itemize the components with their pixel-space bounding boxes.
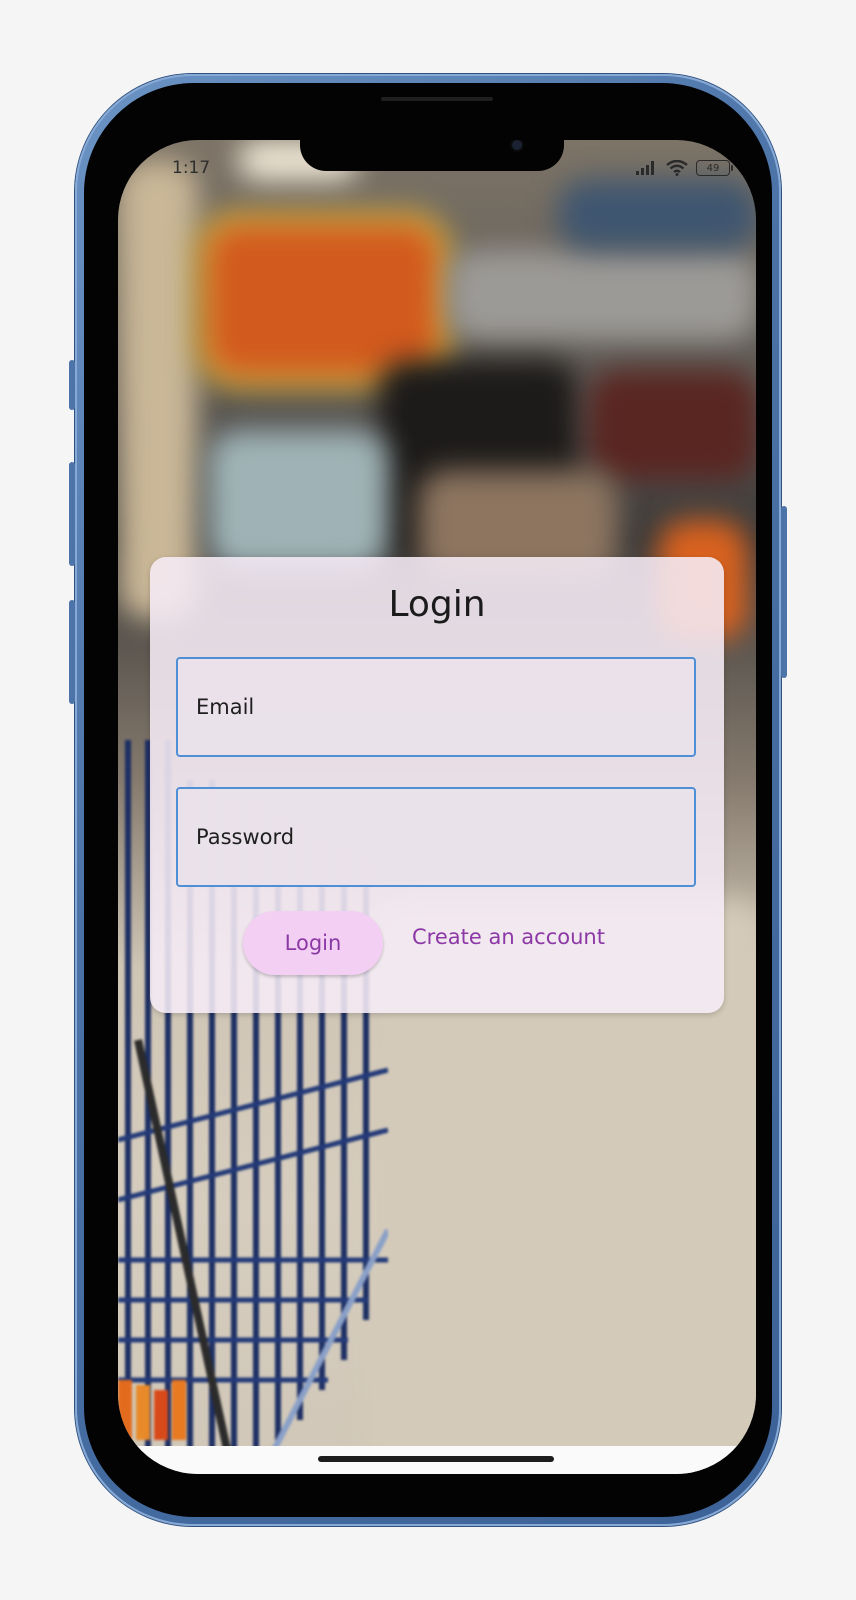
- status-time: 1:17: [172, 158, 211, 178]
- status-icons: 49: [636, 160, 733, 176]
- email-input[interactable]: [178, 659, 694, 755]
- bg-red-display: [588, 370, 756, 480]
- battery-icon: 49: [696, 160, 733, 176]
- login-button[interactable]: Login: [243, 911, 383, 975]
- volume-down-button: [69, 600, 75, 704]
- speaker-grille: [381, 97, 493, 101]
- password-field[interactable]: [176, 787, 696, 887]
- email-field[interactable]: [176, 657, 696, 757]
- signal-icon: [636, 161, 654, 175]
- front-camera: [512, 140, 522, 150]
- silent-switch: [69, 360, 75, 410]
- login-title: Login: [388, 584, 486, 625]
- bg-products: [208, 430, 388, 570]
- create-account-link[interactable]: Create an account: [412, 925, 605, 949]
- password-input[interactable]: [178, 789, 694, 885]
- battery-level: 49: [706, 162, 720, 174]
- bg-right-top: [558, 180, 756, 250]
- wifi-icon: [666, 160, 688, 176]
- phone-frame: 1:17 49 Login Email Login Create an acco…: [69, 74, 787, 1526]
- bg-left-shelf: [118, 160, 198, 620]
- device-bezel: 1:17 49 Login Email Login Create an acco…: [84, 83, 772, 1517]
- bg-right-shelf: [448, 250, 756, 340]
- volume-up-button: [69, 462, 75, 566]
- notch: [300, 140, 564, 171]
- power-button: [781, 506, 787, 678]
- home-bar-area: [118, 1446, 756, 1474]
- bg-orange-sign: [208, 225, 438, 375]
- phone-screen: 1:17 49 Login Email Login Create an acco…: [118, 140, 756, 1474]
- login-card: Login Login Create an account: [150, 557, 724, 1013]
- home-indicator[interactable]: [318, 1456, 554, 1462]
